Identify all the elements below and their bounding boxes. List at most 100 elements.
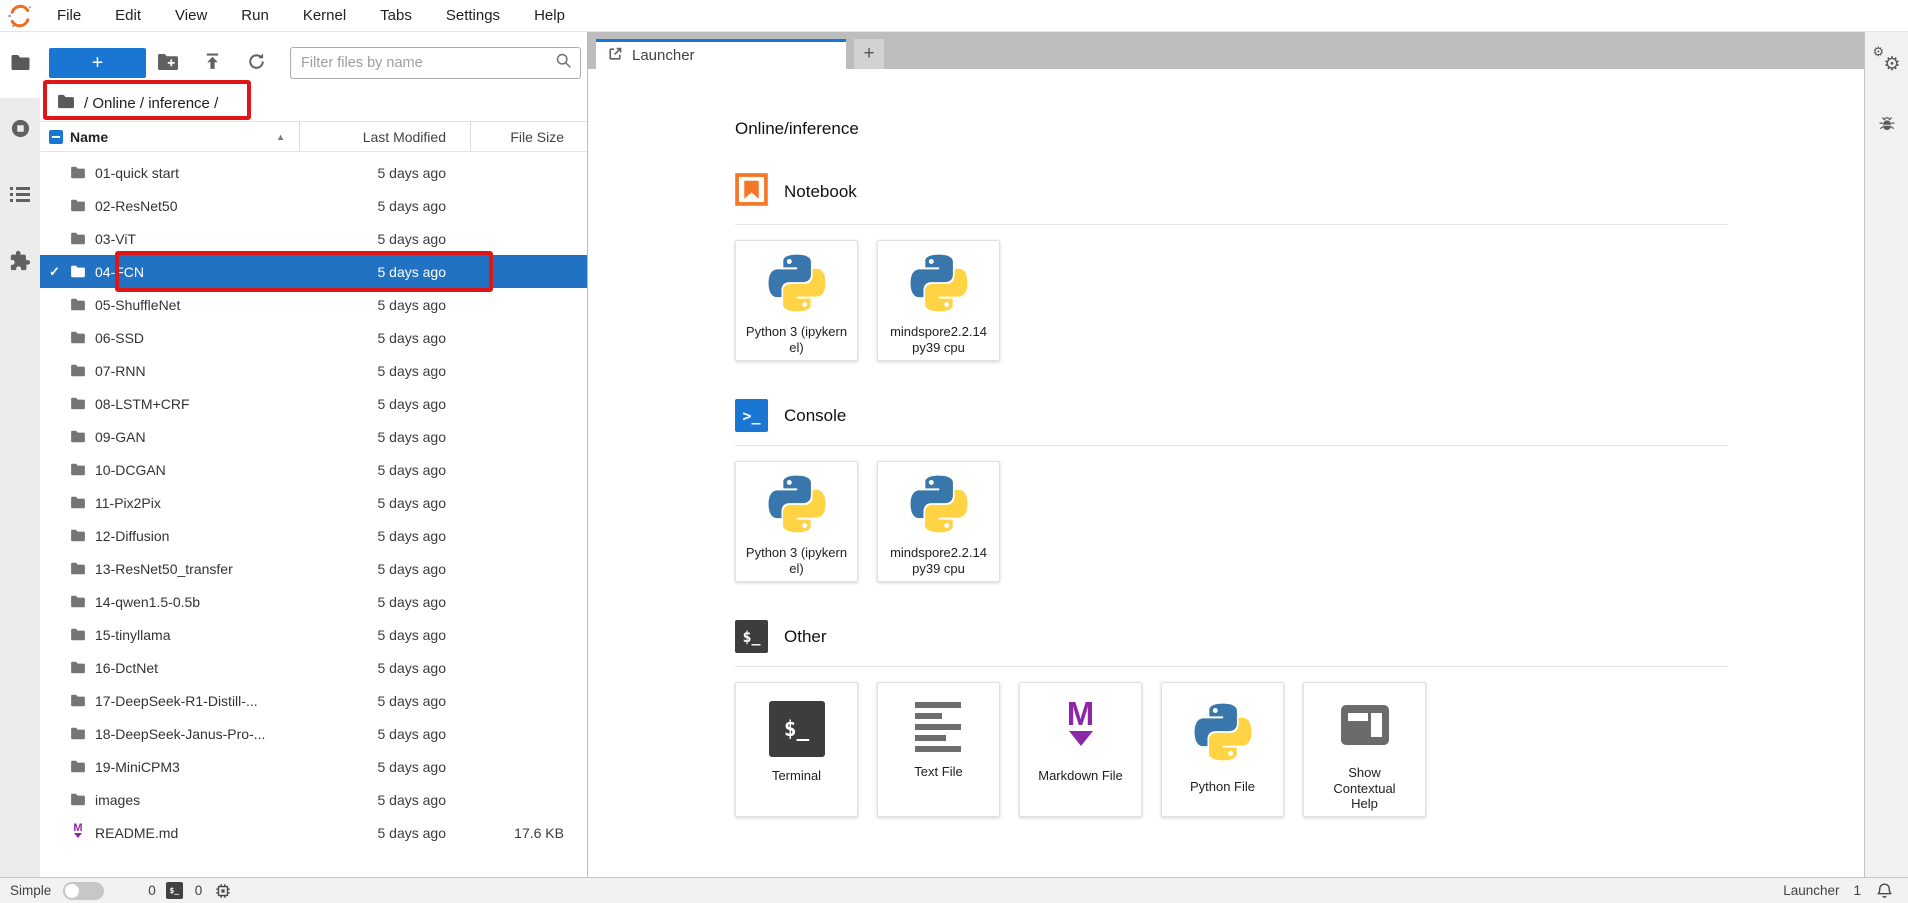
file-row[interactable]: 13-ResNet50_transfer5 days ago xyxy=(40,552,587,585)
menu-tabs[interactable]: Tabs xyxy=(363,0,429,31)
file-row[interactable]: 11-Pix2Pix5 days ago xyxy=(40,486,587,519)
tab-label: Launcher xyxy=(632,47,695,64)
file-last-modified: 5 days ago xyxy=(299,231,470,247)
menu-settings[interactable]: Settings xyxy=(429,0,517,31)
menu-kernel[interactable]: Kernel xyxy=(286,0,363,31)
menu-view[interactable]: View xyxy=(158,0,224,31)
menu-help[interactable]: Help xyxy=(517,0,582,31)
breadcrumb[interactable]: / Online / inference / xyxy=(40,85,587,121)
app-logo-icon[interactable] xyxy=(0,3,40,29)
new-tab-button[interactable]: + xyxy=(854,39,884,69)
launcher-card-markdown-file[interactable]: MMarkdown File xyxy=(1019,682,1142,817)
section-divider xyxy=(735,224,1728,225)
file-browser-panel: + xyxy=(40,32,588,877)
file-last-modified: 5 days ago xyxy=(299,264,470,280)
file-name: 06-SSD xyxy=(95,330,299,346)
file-name: 09-GAN xyxy=(95,429,299,445)
launcher-card-terminal[interactable]: $_Terminal xyxy=(735,682,858,817)
file-row[interactable]: MREADME.md5 days ago17.6 KB xyxy=(40,816,587,849)
status-bar: Simple 0 $_ 0 Launcher 1 xyxy=(0,877,1908,903)
file-row[interactable]: 01-quick start5 days ago xyxy=(40,156,587,189)
main-area: Launcher + Online/inference Notebook Pyt… xyxy=(588,32,1864,877)
column-header-last-modified[interactable]: Last Modified xyxy=(299,122,470,151)
file-row[interactable]: ✓04-FCN5 days ago xyxy=(40,255,587,288)
launcher-sections: Notebook Python 3 (ipykernel) mindspore2… xyxy=(735,173,1728,817)
folder-icon xyxy=(70,595,86,608)
card-label: Python 3 (ipykernel) xyxy=(745,324,849,355)
search-icon xyxy=(555,52,572,74)
file-last-modified: 5 days ago xyxy=(299,495,470,511)
file-row[interactable]: 02-ResNet505 days ago xyxy=(40,189,587,222)
file-last-modified: 5 days ago xyxy=(299,165,470,181)
file-row[interactable]: 15-tinyllama5 days ago xyxy=(40,618,587,651)
file-name: 10-DCGAN xyxy=(95,462,299,478)
file-last-modified: 5 days ago xyxy=(299,363,470,379)
folder-icon xyxy=(70,166,86,179)
file-last-modified: 5 days ago xyxy=(299,594,470,610)
file-last-modified: 5 days ago xyxy=(299,198,470,214)
new-folder-button[interactable] xyxy=(146,48,190,78)
file-row[interactable]: 06-SSD5 days ago xyxy=(40,321,587,354)
column-header-name[interactable]: Name ▲ xyxy=(70,129,299,145)
sidebar-tab-table-of-contents[interactable] xyxy=(0,164,40,230)
debugger-button[interactable] xyxy=(1877,114,1897,139)
launcher-card-show-contextual-help[interactable]: Show Contextual Help xyxy=(1303,682,1426,817)
file-row[interactable]: 07-RNN5 days ago xyxy=(40,354,587,387)
launcher-card-python-file[interactable]: Python File xyxy=(1161,682,1284,817)
sidebar-tab-extensions[interactable] xyxy=(0,230,40,296)
column-header-file-size[interactable]: File Size xyxy=(470,122,564,151)
markdown-file-icon: M xyxy=(70,823,86,842)
simple-mode-label: Simple xyxy=(10,883,51,898)
file-row[interactable]: 14-qwen1.5-0.5b5 days ago xyxy=(40,585,587,618)
refresh-button[interactable] xyxy=(234,48,278,78)
file-row[interactable]: 03-ViT5 days ago xyxy=(40,222,587,255)
terminal-icon[interactable]: $_ xyxy=(166,882,183,899)
section-title: Other xyxy=(784,627,827,647)
tab-launcher[interactable]: Launcher xyxy=(596,39,846,69)
file-row[interactable]: images5 days ago xyxy=(40,783,587,816)
section-title: Console xyxy=(784,406,846,426)
sidebar-tab-file-browser[interactable] xyxy=(0,32,40,98)
file-row[interactable]: 16-DctNet5 days ago xyxy=(40,651,587,684)
property-inspector-button[interactable]: ⚙ ⚙ xyxy=(1875,48,1899,72)
notification-count: 1 xyxy=(1853,883,1861,898)
file-row[interactable]: 18-DeepSeek-Janus-Pro-...5 days ago xyxy=(40,717,587,750)
launcher-card-mindspore2-2-14-py39-cpu[interactable]: mindspore2.2.14 py39 cpu xyxy=(877,461,1000,582)
text-file-icon xyxy=(915,701,963,753)
menu-file[interactable]: File xyxy=(40,0,98,31)
file-row[interactable]: 10-DCGAN5 days ago xyxy=(40,453,587,486)
file-row[interactable]: 17-DeepSeek-R1-Distill-...5 days ago xyxy=(40,684,587,717)
launcher-card-text-file[interactable]: Text File xyxy=(877,682,1000,817)
puzzle-icon xyxy=(9,250,31,277)
file-name: 02-ResNet50 xyxy=(95,198,299,214)
file-row[interactable]: 12-Diffusion5 days ago xyxy=(40,519,587,552)
launcher-card-mindspore2-2-14-py39-cpu[interactable]: mindspore2.2.14 py39 cpu xyxy=(877,240,1000,361)
sort-ascending-icon: ▲ xyxy=(276,132,285,142)
launcher-card-python-3-ipykernel[interactable]: Python 3 (ipykernel) xyxy=(735,461,858,582)
file-row[interactable]: 05-ShuffleNet5 days ago xyxy=(40,288,587,321)
upload-button[interactable] xyxy=(190,48,234,78)
sidebar-tab-running-kernels[interactable] xyxy=(0,98,40,164)
new-launcher-button[interactable]: + xyxy=(49,48,146,78)
menu-bar-items: FileEditViewRunKernelTabsSettingsHelp xyxy=(40,0,582,31)
simple-mode-toggle[interactable] xyxy=(63,882,104,900)
folder-icon xyxy=(70,199,86,212)
file-row[interactable]: 19-MiniCPM35 days ago xyxy=(40,750,587,783)
launcher-card-python-3-ipykernel[interactable]: Python 3 (ipykernel) xyxy=(735,240,858,361)
file-last-modified: 5 days ago xyxy=(299,330,470,346)
bell-icon[interactable] xyxy=(1875,881,1894,900)
python-logo-icon xyxy=(766,252,828,319)
python-logo-icon xyxy=(908,252,970,319)
folder-icon xyxy=(70,628,86,641)
filter-files-input[interactable] xyxy=(301,55,555,71)
menu-run[interactable]: Run xyxy=(224,0,286,31)
kernel-chip-icon[interactable] xyxy=(214,882,232,900)
card-label: Text File xyxy=(914,764,962,780)
section-divider xyxy=(735,445,1728,446)
file-row[interactable]: 09-GAN5 days ago xyxy=(40,420,587,453)
select-all-checkbox[interactable] xyxy=(49,130,63,144)
menu-edit[interactable]: Edit xyxy=(98,0,158,31)
folder-icon xyxy=(70,793,86,806)
new-folder-icon xyxy=(158,54,178,73)
file-row[interactable]: 08-LSTM+CRF5 days ago xyxy=(40,387,587,420)
